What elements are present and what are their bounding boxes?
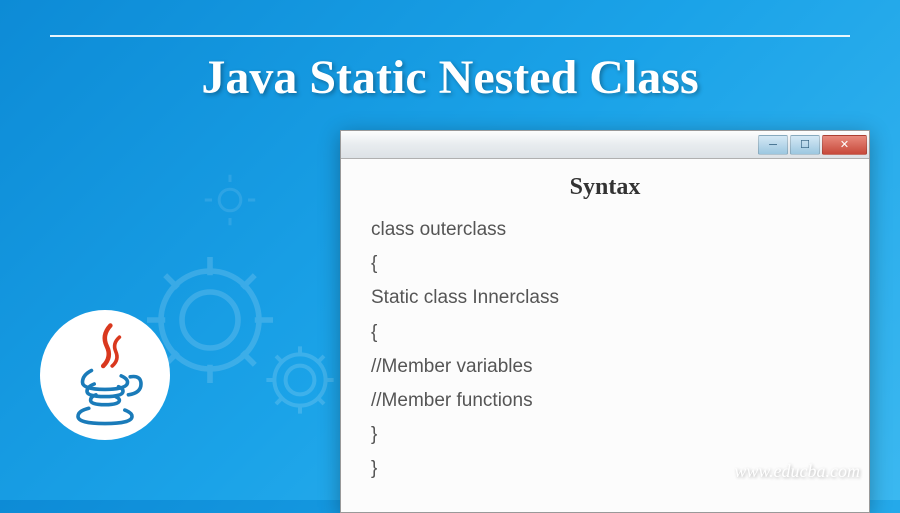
code-window: ─ ☐ ✕ Syntax class outerclass { Static c… bbox=[340, 130, 870, 513]
title-divider bbox=[50, 35, 850, 37]
gear-icon bbox=[200, 170, 260, 230]
page-title: Java Static Nested Class bbox=[0, 50, 900, 105]
minimize-button[interactable]: ─ bbox=[758, 135, 788, 155]
code-line: Static class Innerclass bbox=[371, 281, 839, 315]
syntax-heading: Syntax bbox=[371, 174, 839, 201]
code-line: { bbox=[371, 316, 839, 350]
close-button[interactable]: ✕ bbox=[822, 135, 867, 155]
code-line: //Member variables bbox=[371, 350, 839, 384]
code-line: //Member functions bbox=[371, 384, 839, 418]
window-content: Syntax class outerclass { Static class I… bbox=[341, 159, 869, 512]
website-url: www.educba.com bbox=[734, 461, 860, 482]
gear-icon bbox=[260, 340, 340, 420]
code-line: { bbox=[371, 247, 839, 281]
maximize-button[interactable]: ☐ bbox=[790, 135, 820, 155]
java-logo-icon bbox=[40, 310, 170, 440]
window-titlebar: ─ ☐ ✕ bbox=[341, 131, 869, 159]
code-line: } bbox=[371, 418, 839, 452]
code-line: class outerclass bbox=[371, 213, 839, 247]
